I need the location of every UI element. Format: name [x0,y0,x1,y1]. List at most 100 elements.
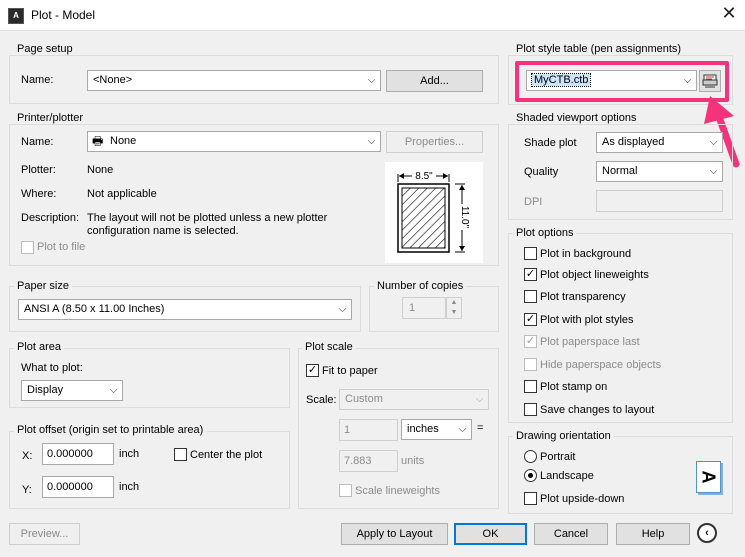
paper-size-select[interactable]: ANSI A (8.50 x 11.00 Inches) ⌵ [18,299,352,320]
ok-button[interactable]: OK [454,523,527,545]
fit-to-paper-checkbox[interactable]: ✓ [306,364,319,377]
dpi-input[interactable] [596,190,723,212]
shade-plot-value: As displayed [602,136,665,148]
orientation-icon-letter: A [698,470,719,484]
plot-to-file-label: Plot to file [37,241,86,253]
plot-option-checkbox[interactable] [524,380,537,393]
what-to-plot-value: Display [27,384,64,396]
scale-value-1-input[interactable]: 1 [339,419,398,441]
landscape-orientation-icon: A [696,461,721,493]
cancel-button[interactable]: Cancel [534,523,608,545]
chevron-down-icon: ⌵ [709,166,718,177]
scale-units-label: units [401,455,425,467]
plotter-value: None [87,164,114,176]
center-plot-checkbox[interactable] [174,448,187,461]
description-line-2: configuration name is selected. [87,225,239,237]
page-setup-name-label: Name: [21,74,54,86]
where-value: Not applicable [87,188,157,200]
quality-select[interactable]: Normal ⌵ [596,161,723,182]
plot-option-label: Hide paperspace objects [540,359,662,371]
paper-size-diagram: 8.5" 11.0" [397,169,470,253]
description-label: Description: [21,212,80,224]
window-title: Plot - Model [31,8,96,22]
description-line-1: The layout will not be plotted unless a … [87,212,328,224]
scale-lineweights-checkbox[interactable] [339,484,352,497]
paper-size-value: ANSI A (8.50 x 11.00 Inches) [24,303,165,315]
what-to-plot-label: What to plot: [21,362,83,374]
plot-option-label: Plot in background [540,248,632,260]
highlight-box [515,61,729,102]
paper-height-label: 11.0" [459,206,470,229]
chevron-down-icon: ⌵ [338,304,347,315]
plot-option-checkbox[interactable] [524,247,537,260]
copies-stepper[interactable]: ▲ ▼ [446,297,462,319]
page-setup-name-value: <None> [93,74,133,86]
title-bar: A Plot - Model ✕ [0,0,745,31]
plot-option-label: Plot paperspace last [540,336,640,348]
autocad-app-icon: A [8,8,24,24]
collapse-options-button[interactable]: ‹ [697,523,717,543]
paper-preview: 8.5" 11.0" [385,162,483,263]
printer-label: Printer/plotter [14,112,87,124]
plot-option-checkbox[interactable] [524,290,537,303]
fit-to-paper-label: Fit to paper [322,365,378,377]
plot-option-checkbox[interactable]: ✓ [524,268,537,281]
copies-input[interactable]: 1 [402,297,446,319]
properties-button[interactable]: Properties... [386,131,483,153]
upside-down-label: Plot upside-down [540,493,625,505]
scale-label: Scale: [306,394,337,406]
portrait-radio[interactable] [524,450,537,463]
scale-value-2-input[interactable]: 7.883 [339,450,398,472]
scale-units-select[interactable]: inches ⌵ [401,419,472,440]
apply-to-layout-button[interactable]: Apply to Layout [341,523,448,545]
quality-value: Normal [602,165,638,177]
plot-to-file-checkbox[interactable] [21,241,34,254]
help-button[interactable]: Help [616,523,690,545]
chevron-down-icon: ⌵ [367,136,376,147]
chevron-down-icon: ⌵ [458,424,467,435]
dpi-label: DPI [524,196,543,208]
plot-option-label: Plot with plot styles [540,314,634,326]
page-setup-name-select[interactable]: <None> ⌵ [87,70,381,91]
plot-option-label: Plot transparency [540,291,626,303]
printer-name-value: None [110,135,137,147]
shaded-viewport-label: Shaded viewport options [513,112,640,124]
scale-value: Custom [345,393,383,405]
paper-width-label: 8.5" [415,171,433,182]
shade-plot-label: Shade plot [524,137,577,149]
printer-name-select[interactable]: 🖶 None ⌵ [87,131,381,152]
plot-options-label: Plot options [513,227,577,239]
upside-down-checkbox[interactable] [524,492,537,505]
chevron-down-icon: ⌵ [367,75,376,86]
scale-lineweights-label: Scale lineweights [355,485,440,497]
x-offset-unit: inch [119,448,140,460]
x-offset-label: X: [22,450,33,462]
center-plot-label: Center the plot [190,449,263,461]
plot-option-checkbox[interactable]: ✓ [524,335,537,348]
plot-option-checkbox[interactable] [524,403,537,416]
paper-size-label: Paper size [14,280,72,292]
equals-sign: = [477,422,484,434]
plot-option-checkbox[interactable] [524,358,537,371]
printer-name-label: Name: [21,136,54,148]
add-page-setup-button[interactable]: Add... [386,70,483,92]
shade-plot-select[interactable]: As displayed ⌵ [596,132,723,153]
close-icon[interactable]: ✕ [718,3,740,24]
chevron-left-icon: ‹ [705,527,709,539]
chevron-down-icon: ⌵ [475,394,484,405]
chevron-down-icon: ⌵ [709,137,718,148]
x-offset-input[interactable]: 0.000000 [42,443,114,465]
copies-label: Number of copies [374,280,467,292]
plot-area-label: Plot area [14,341,65,353]
printer-icon: 🖶 [92,134,104,148]
quality-label: Quality [524,166,559,178]
plot-option-checkbox[interactable]: ✓ [524,313,537,326]
scale-select[interactable]: Custom ⌵ [339,389,489,410]
preview-button[interactable]: Preview... [9,523,80,545]
page-setup-label: Page setup [14,43,76,55]
what-to-plot-select[interactable]: Display ⌵ [21,380,123,401]
plot-style-label: Plot style table (pen assignments) [513,43,685,55]
plot-option-label: Save changes to layout [540,404,655,416]
landscape-radio[interactable] [524,469,537,482]
y-offset-input[interactable]: 0.000000 [42,476,114,498]
